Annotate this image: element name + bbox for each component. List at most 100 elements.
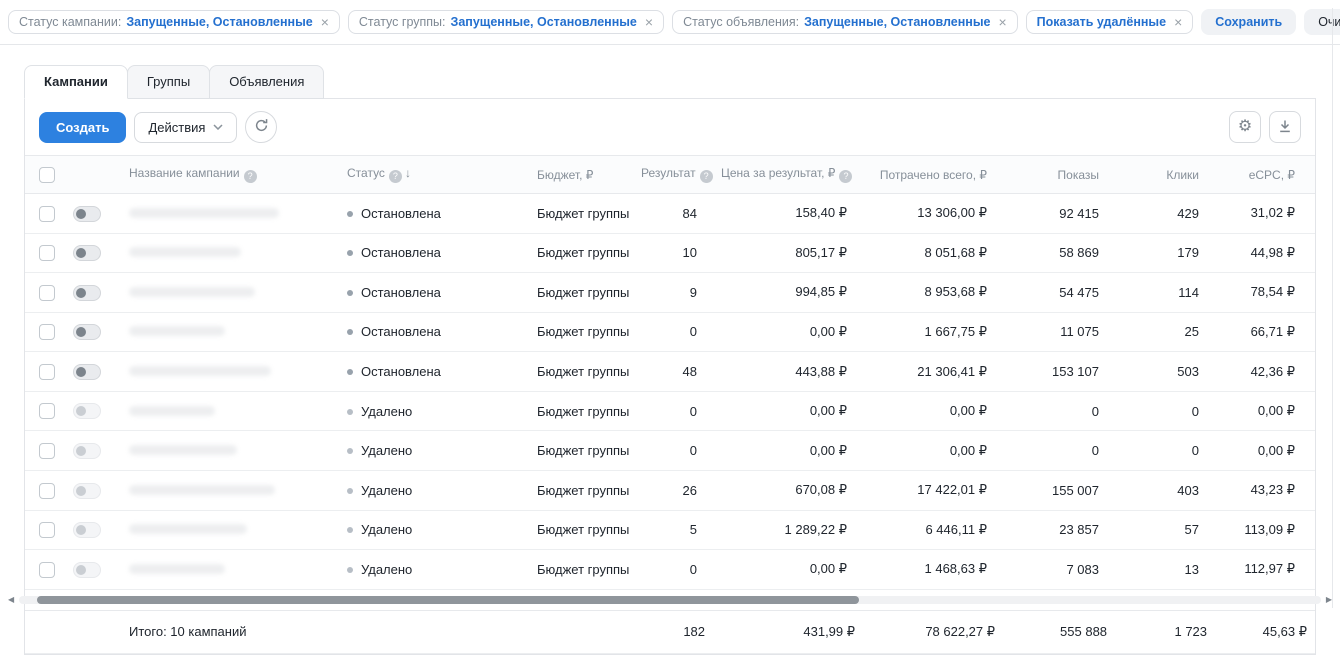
- info-icon[interactable]: [839, 170, 852, 183]
- select-all-checkbox[interactable]: [39, 167, 55, 183]
- status-dot-icon: [347, 250, 353, 256]
- save-filters-button[interactable]: Сохранить: [1201, 9, 1296, 35]
- info-icon[interactable]: [700, 170, 713, 183]
- tab-groups[interactable]: Группы: [127, 65, 210, 99]
- column-header-name[interactable]: Название кампании: [121, 156, 339, 194]
- campaign-name-link[interactable]: [129, 406, 215, 416]
- campaign-enable-toggle[interactable]: [73, 206, 101, 222]
- budget-cell: Бюджет группы: [527, 273, 633, 313]
- row-checkbox[interactable]: [39, 206, 55, 222]
- result-cell: 0: [633, 550, 713, 590]
- spent-total-cell: 8 051,68 ₽: [863, 233, 1003, 273]
- tab-campaigns[interactable]: Кампании: [24, 65, 128, 99]
- row-checkbox-cell: [25, 233, 65, 273]
- clicks-cell: 114: [1115, 273, 1215, 313]
- spent-total-cell: 0,00 ₽: [863, 391, 1003, 431]
- scroll-left-arrow-icon[interactable]: ◀: [8, 596, 14, 604]
- row-checkbox[interactable]: [39, 403, 55, 419]
- tab-ads[interactable]: Объявления: [209, 65, 324, 99]
- table-row: Остановлена Бюджет группы 84 158,40 ₽ 13…: [25, 194, 1315, 234]
- row-checkbox-cell: [25, 352, 65, 392]
- column-header-price[interactable]: Цена за результат, ₽: [713, 156, 863, 194]
- column-header-spent[interactable]: Потрачено всего, ₽: [863, 156, 1003, 194]
- clicks-cell: 25: [1115, 312, 1215, 352]
- campaign-name-link[interactable]: [129, 208, 279, 218]
- filter-chip-ad-status[interactable]: Статус объявления: Запущенные, Остановле…: [672, 10, 1018, 34]
- campaign-enable-toggle[interactable]: [73, 443, 101, 459]
- campaign-enable-toggle[interactable]: [73, 324, 101, 340]
- actions-dropdown-button[interactable]: Действия: [134, 112, 237, 143]
- row-checkbox[interactable]: [39, 245, 55, 261]
- filter-chip-group-status[interactable]: Статус группы: Запущенные, Остановленные: [348, 10, 664, 34]
- campaign-name-link[interactable]: [129, 366, 271, 376]
- campaign-name-link[interactable]: [129, 326, 225, 336]
- campaign-name-link[interactable]: [129, 524, 247, 534]
- campaign-name-cell: [121, 431, 339, 471]
- spent-total-cell: 0,00 ₽: [863, 431, 1003, 471]
- status-label: Остановлена: [361, 285, 441, 300]
- refresh-icon: [254, 118, 269, 136]
- totals-label: Итого: 10 кампаний: [25, 610, 633, 653]
- table-row: Остановлена Бюджет группы 48 443,88 ₽ 21…: [25, 352, 1315, 392]
- export-button[interactable]: [1269, 111, 1301, 143]
- campaign-name-link[interactable]: [129, 564, 225, 574]
- column-header-result[interactable]: Результат: [633, 156, 713, 194]
- gear-icon: ⚙: [1238, 119, 1252, 135]
- status-cell: Остановлена: [339, 312, 527, 352]
- row-checkbox[interactable]: [39, 324, 55, 340]
- row-checkbox[interactable]: [39, 522, 55, 538]
- close-icon[interactable]: [642, 15, 653, 29]
- clear-filters-button[interactable]: Очистить: [1304, 9, 1340, 35]
- row-checkbox[interactable]: [39, 483, 55, 499]
- campaign-name-cell: [121, 391, 339, 431]
- status-cell: Остановлена: [339, 194, 527, 234]
- price-per-result-cell: 0,00 ₽: [713, 431, 863, 471]
- impressions-cell: 54 475: [1003, 273, 1115, 313]
- campaign-enable-toggle[interactable]: [73, 285, 101, 301]
- clicks-cell: 0: [1115, 391, 1215, 431]
- column-header-ecpc[interactable]: eCPC, ₽: [1215, 156, 1315, 194]
- info-icon[interactable]: [389, 170, 402, 183]
- campaign-name-link[interactable]: [129, 445, 237, 455]
- sort-desc-icon[interactable]: [405, 166, 411, 180]
- scroll-right-arrow-icon[interactable]: ▶: [1326, 596, 1332, 604]
- close-icon[interactable]: [1171, 15, 1182, 29]
- close-icon[interactable]: [318, 15, 329, 29]
- filter-chip-show-deleted[interactable]: Показать удалённые: [1026, 10, 1194, 34]
- campaign-enable-toggle[interactable]: [73, 245, 101, 261]
- campaign-enable-toggle[interactable]: [73, 364, 101, 380]
- totals-result: 182: [633, 610, 713, 653]
- row-checkbox-cell: [25, 194, 65, 234]
- column-header-impressions[interactable]: Показы: [1003, 156, 1115, 194]
- campaign-name-link[interactable]: [129, 287, 255, 297]
- status-label: Удалено: [361, 404, 412, 419]
- table-settings-button[interactable]: ⚙: [1229, 111, 1261, 143]
- row-checkbox[interactable]: [39, 443, 55, 459]
- info-icon[interactable]: [244, 170, 257, 183]
- create-button[interactable]: Создать: [39, 112, 126, 143]
- filter-chip-campaign-status[interactable]: Статус кампании: Запущенные, Остановленн…: [8, 10, 340, 34]
- close-icon[interactable]: [995, 15, 1006, 29]
- refresh-button[interactable]: [245, 111, 277, 143]
- campaign-name-link[interactable]: [129, 247, 241, 257]
- row-checkbox[interactable]: [39, 364, 55, 380]
- scrollbar-thumb[interactable]: [37, 596, 859, 604]
- price-per-result-cell: 805,17 ₽: [713, 233, 863, 273]
- campaign-enable-toggle[interactable]: [73, 403, 101, 419]
- status-dot-icon: [347, 527, 353, 533]
- row-checkbox[interactable]: [39, 562, 55, 578]
- column-header-status[interactable]: Статус: [339, 156, 527, 194]
- campaign-name-cell: [121, 194, 339, 234]
- table-row: Удалено Бюджет группы 26 670,08 ₽ 17 422…: [25, 470, 1315, 510]
- result-cell: 26: [633, 470, 713, 510]
- column-header-budget[interactable]: Бюджет, ₽: [527, 156, 633, 194]
- campaign-enable-toggle[interactable]: [73, 522, 101, 538]
- campaign-enable-toggle[interactable]: [73, 562, 101, 578]
- campaign-name-link[interactable]: [129, 485, 275, 495]
- status-dot-icon: [347, 488, 353, 494]
- campaign-enable-toggle[interactable]: [73, 483, 101, 499]
- column-header-clicks[interactable]: Клики: [1115, 156, 1215, 194]
- toggle-knob: [76, 446, 86, 456]
- row-checkbox-cell: [25, 431, 65, 471]
- row-checkbox[interactable]: [39, 285, 55, 301]
